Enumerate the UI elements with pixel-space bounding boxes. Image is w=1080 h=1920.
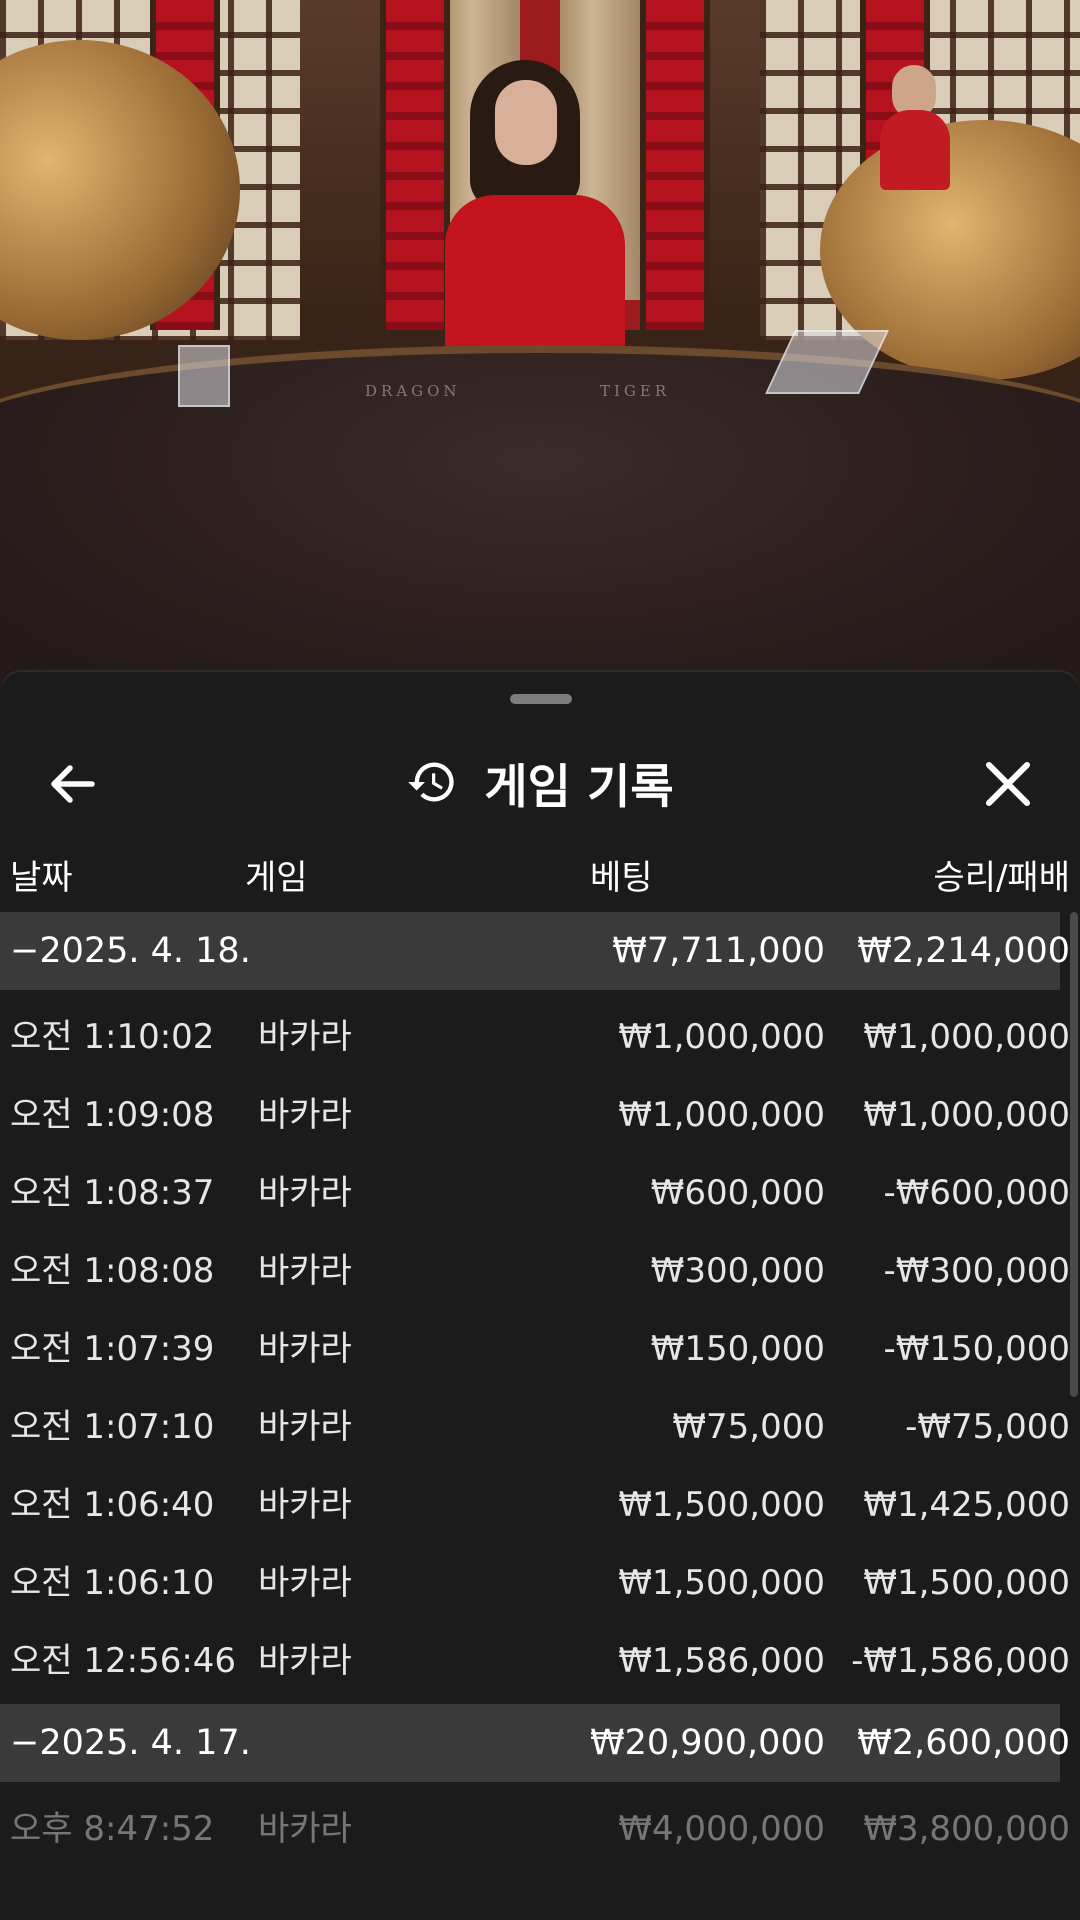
card-deck (178, 345, 230, 407)
group-bet-total: ₩7,711,000 (612, 931, 825, 971)
history-list[interactable]: −2025. 4. 18. ₩7,711,000 ₩2,214,000 오전 1… (0, 912, 1070, 1868)
row-time: 오전 12:56:46 (10, 1641, 237, 1681)
history-row[interactable]: 오전 1:10:02 바카라 ₩1,000,000 ₩1,000,000 (0, 998, 1070, 1076)
row-result: ₩1,425,000 (863, 1485, 1070, 1525)
history-row[interactable]: 오전 1:07:39 바카라 ₩150,000 -₩150,000 (0, 1310, 1070, 1388)
row-time: 오후 8:47:52 (10, 1809, 215, 1849)
row-bet: ₩300,000 (650, 1251, 825, 1291)
live-video-feed: DRAGON TIGER (0, 0, 1080, 690)
page-title: 게임 기록 (484, 759, 674, 815)
row-game: 바카라 (258, 1173, 352, 1213)
row-time: 오전 1:10:02 (10, 1017, 215, 1057)
group-result-total: ₩2,214,000 (857, 931, 1070, 971)
date-group-header[interactable]: −2025. 4. 17. ₩20,900,000 ₩2,600,000 (0, 1704, 1070, 1782)
history-row[interactable]: 오전 12:56:46 바카라 ₩1,586,000 -₩1,586,000 (0, 1622, 1070, 1700)
row-game: 바카라 (258, 1329, 352, 1369)
history-row[interactable]: 오전 1:08:37 바카라 ₩600,000 -₩600,000 (0, 1154, 1070, 1232)
row-result: ₩3,800,000 (863, 1809, 1070, 1849)
row-result: -₩300,000 (883, 1251, 1071, 1291)
row-game: 바카라 (258, 1251, 352, 1291)
close-icon (986, 762, 1030, 806)
scrollbar[interactable] (1070, 912, 1078, 1397)
row-game: 바카라 (258, 1095, 352, 1135)
group-date: −2025. 4. 17. (10, 1723, 251, 1763)
row-result: -₩600,000 (883, 1173, 1071, 1213)
row-time: 오전 1:08:08 (10, 1251, 215, 1291)
history-row[interactable]: 오후 8:47:52 바카라 ₩4,000,000 ₩3,800,000 (0, 1790, 1070, 1868)
column-bet: 베팅 (590, 858, 653, 898)
column-result: 승리/패배 (933, 858, 1070, 898)
row-time: 오전 1:09:08 (10, 1095, 215, 1135)
felt-label-tiger: TIGER (600, 382, 671, 400)
row-time: 오전 1:07:39 (10, 1329, 215, 1369)
row-game: 바카라 (258, 1809, 352, 1849)
pillar (640, 0, 710, 330)
back-button[interactable] (36, 744, 116, 824)
dealer-face (495, 80, 557, 165)
history-row[interactable]: 오전 1:09:08 바카라 ₩1,000,000 ₩1,000,000 (0, 1076, 1070, 1154)
second-dealer (880, 110, 950, 190)
row-bet: ₩75,000 (672, 1407, 825, 1447)
group-bet-total: ₩20,900,000 (589, 1723, 825, 1763)
date-group-header[interactable]: −2025. 4. 18. ₩7,711,000 ₩2,214,000 (0, 912, 1070, 990)
dealer (445, 195, 625, 365)
drag-handle[interactable] (510, 694, 572, 704)
row-time: 오전 1:08:37 (10, 1173, 215, 1213)
group-date: −2025. 4. 18. (10, 931, 251, 971)
row-bet: ₩1,000,000 (618, 1095, 825, 1135)
row-bet: ₩1,000,000 (618, 1017, 825, 1057)
history-row[interactable]: 오전 1:06:10 바카라 ₩1,500,000 ₩1,500,000 (0, 1544, 1070, 1622)
row-bet: ₩1,500,000 (618, 1485, 825, 1525)
column-date: 날짜 (10, 858, 73, 898)
row-result: ₩1,000,000 (863, 1095, 1070, 1135)
arrow-left-icon (51, 765, 95, 803)
row-time: 오전 1:06:10 (10, 1563, 215, 1603)
row-bet: ₩1,586,000 (618, 1641, 825, 1681)
row-result: -₩150,000 (883, 1329, 1071, 1369)
history-row[interactable]: 오전 1:07:10 바카라 ₩75,000 -₩75,000 (0, 1388, 1070, 1466)
row-bet: ₩1,500,000 (618, 1563, 825, 1603)
history-row[interactable]: 오전 1:08:08 바카라 ₩300,000 -₩300,000 (0, 1232, 1070, 1310)
row-game: 바카라 (258, 1017, 352, 1057)
row-game: 바카라 (258, 1407, 352, 1447)
column-game: 게임 (245, 858, 308, 898)
row-result: -₩75,000 (905, 1407, 1070, 1447)
history-icon (408, 762, 454, 802)
felt-label-dragon: DRAGON (365, 382, 461, 400)
game-history-sheet: 게임 기록 날짜 게임 베팅 승리/패배 −2025. 4. 18. ₩7,71… (0, 672, 1080, 1920)
game-table (0, 345, 1080, 690)
group-result-total: ₩2,600,000 (857, 1723, 1070, 1763)
row-bet: ₩600,000 (650, 1173, 825, 1213)
sheet-header: 게임 기록 (0, 722, 1080, 842)
row-game: 바카라 (258, 1485, 352, 1525)
close-button[interactable] (968, 744, 1048, 824)
row-game: 바카라 (258, 1563, 352, 1603)
row-result: ₩1,500,000 (863, 1563, 1070, 1603)
row-bet: ₩150,000 (650, 1329, 825, 1369)
row-result: ₩1,000,000 (863, 1017, 1070, 1057)
row-time: 오전 1:06:40 (10, 1485, 215, 1525)
row-result: -₩1,586,000 (851, 1641, 1070, 1681)
pillar (380, 0, 450, 330)
row-time: 오전 1:07:10 (10, 1407, 215, 1447)
row-bet: ₩4,000,000 (618, 1809, 825, 1849)
history-row[interactable]: 오전 1:06:40 바카라 ₩1,500,000 ₩1,425,000 (0, 1466, 1070, 1544)
title-wrap: 게임 기록 (0, 722, 1080, 842)
table-header: 날짜 게임 베팅 승리/패배 (0, 840, 1080, 910)
row-game: 바카라 (258, 1641, 352, 1681)
